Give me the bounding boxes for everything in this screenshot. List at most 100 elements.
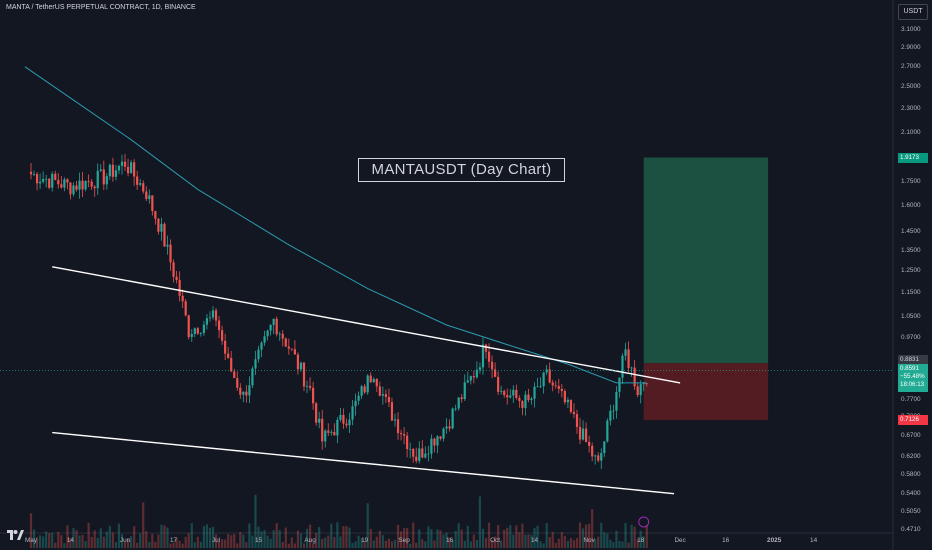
candle-body (578, 426, 582, 440)
volume-bar (48, 533, 51, 548)
candle-body (527, 394, 530, 401)
candle-body (490, 361, 494, 370)
candle-body (569, 399, 573, 412)
candle-body (142, 183, 145, 192)
volume-bar (336, 522, 339, 548)
volume-bar (551, 532, 554, 548)
volume-bar (90, 536, 93, 548)
candle-body (57, 180, 60, 185)
candle-body (484, 344, 488, 352)
volume-bar (503, 529, 506, 548)
candle-body (354, 400, 357, 407)
candle-body (542, 372, 545, 387)
chart-background (0, 0, 932, 550)
time-tick-label: Oct (490, 537, 501, 544)
candle-body (63, 179, 66, 188)
chart-svg[interactable] (0, 0, 932, 550)
candle-body (454, 408, 457, 410)
volume-bar (560, 532, 563, 548)
candle-body (224, 340, 227, 354)
candle-body (390, 402, 394, 421)
volume-bar (239, 531, 242, 548)
tradingview-logo-icon (7, 530, 24, 540)
price-tick-label: 0.9700 (901, 334, 921, 342)
candle-body (460, 397, 463, 400)
time-tick-label: 14 (66, 537, 74, 544)
volume-bar (114, 542, 118, 548)
candle-body (642, 383, 645, 385)
volume-bar (481, 528, 485, 548)
candle-body (239, 387, 242, 395)
candle-body (469, 376, 472, 381)
candle-body (157, 218, 160, 232)
price-tick-label: 0.5050 (901, 507, 921, 515)
candle-body (409, 448, 412, 450)
time-tick-label: 15 (254, 537, 263, 544)
candle-body (506, 395, 509, 398)
volume-bar (157, 534, 160, 548)
volume-bar (42, 536, 45, 548)
volume-bar (618, 540, 621, 548)
stop-zone (643, 363, 769, 421)
candle-body (305, 385, 309, 387)
volume-bar (418, 529, 421, 548)
candle-body (372, 378, 375, 383)
candle-body (393, 419, 397, 421)
candle-body (509, 395, 512, 398)
candle-body (105, 176, 108, 185)
volume-bar (199, 541, 202, 548)
candle-body (396, 419, 400, 434)
candle-body (342, 415, 345, 424)
price-tick-label: 0.5800 (901, 470, 921, 478)
volume-bar (96, 537, 99, 548)
volume-bar (184, 536, 187, 548)
volume-bar (569, 538, 573, 548)
candle-body (211, 310, 215, 318)
candle-body (90, 181, 93, 187)
volume-bar (518, 532, 521, 548)
candle-body (518, 397, 521, 402)
candle-body (169, 244, 172, 263)
volume-bar (415, 542, 418, 548)
chart-annotation[interactable]: MANTAUSDT (Day Chart) (358, 158, 565, 182)
candle-body (621, 355, 624, 378)
candle-body (381, 394, 384, 396)
candle-body (427, 453, 430, 455)
volume-bar (612, 542, 615, 548)
volume-bar (588, 523, 591, 548)
volume-bar (39, 535, 42, 548)
volume-bar (302, 543, 306, 548)
volume-bar (151, 533, 154, 548)
volume-bar (478, 496, 482, 548)
candle-body (424, 453, 427, 458)
currency-button[interactable]: USDT (898, 4, 928, 20)
candle-body (281, 333, 284, 339)
volume-bar (524, 534, 527, 548)
volume-bar (269, 538, 272, 548)
candle-body (175, 276, 178, 280)
time-tick-label: 16 (722, 537, 730, 544)
time-tick-label: 14 (530, 537, 539, 544)
volume-bar (615, 530, 618, 548)
volume-bar (621, 541, 624, 548)
volume-bar (381, 535, 384, 548)
candle-body (581, 428, 585, 440)
candle-body (29, 171, 33, 175)
volume-bar (378, 530, 381, 548)
candle-body (51, 173, 54, 188)
candle-body (375, 378, 378, 387)
candle-body (263, 336, 266, 343)
volume-bar (290, 537, 293, 548)
volume-bar (369, 528, 372, 548)
candle-body (330, 431, 333, 433)
candle-body (597, 455, 600, 461)
candle-body (315, 403, 318, 423)
candle-body (136, 176, 139, 185)
price-tick-label: 0.7700 (901, 395, 921, 403)
price-change: −55.48% (900, 373, 925, 380)
candle-body (630, 367, 633, 369)
last-price-tag: 0.8591 −55.48% 18:06:13 (898, 364, 928, 392)
volume-bar (169, 543, 172, 548)
chart-area[interactable] (0, 0, 932, 550)
candle-body (448, 426, 451, 429)
